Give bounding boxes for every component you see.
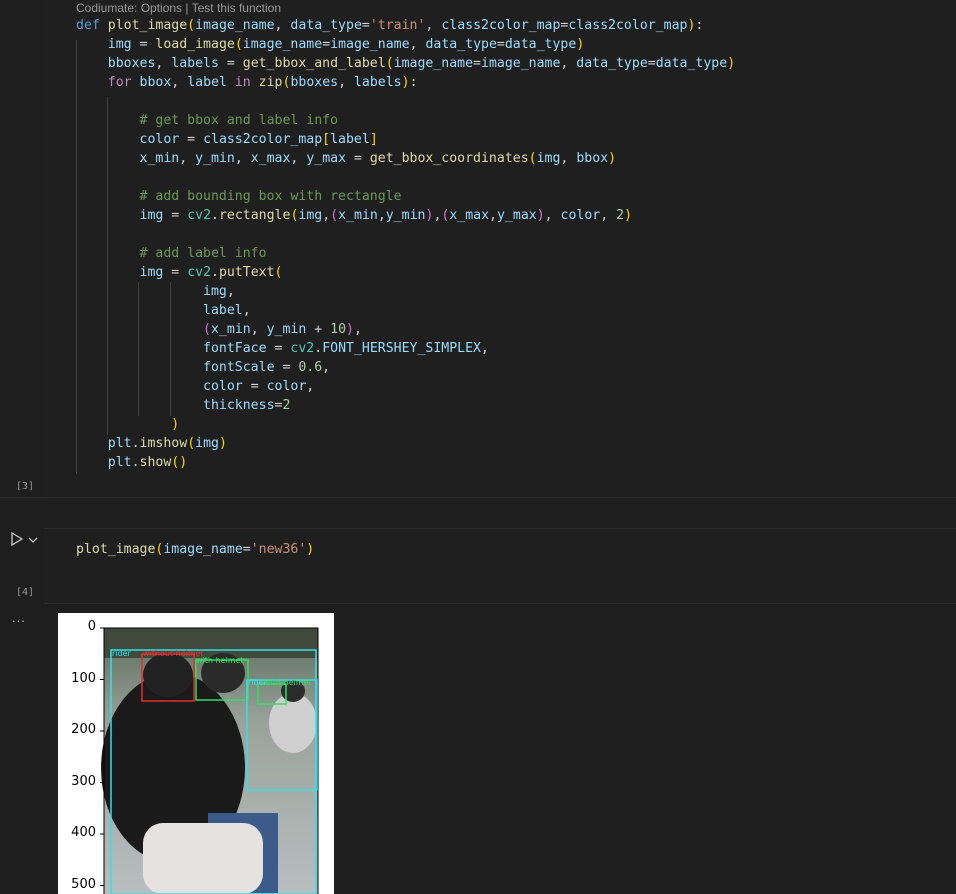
code-line[interactable]: bboxes, labels = get_bbox_and_label(imag…: [76, 54, 735, 73]
cell-divider: [0, 497, 956, 498]
code-line[interactable]: fontFace = cv2.FONT_HERSHEY_SIMPLEX,: [76, 339, 735, 358]
chevron-down-icon[interactable]: [28, 536, 38, 544]
rider-head: [143, 653, 193, 697]
code-line[interactable]: ): [76, 415, 735, 434]
code-line[interactable]: [76, 225, 735, 244]
code-line[interactable]: plt.show(): [76, 453, 735, 472]
bbox-label: without helmet: [143, 649, 204, 658]
code-line[interactable]: def plot_image(image_name, data_type='tr…: [76, 16, 735, 35]
code-line[interactable]: label,: [76, 301, 735, 320]
ellipsis-icon[interactable]: ...: [12, 610, 26, 625]
code-editor-cell-2[interactable]: plot_image(image_name='new36'): [76, 540, 314, 559]
trees-region: [104, 628, 318, 658]
code-line[interactable]: img,: [76, 282, 735, 301]
code-line[interactable]: [76, 92, 735, 111]
code-line[interactable]: img = cv2.putText(: [76, 263, 735, 282]
bbox-label: rider: [112, 649, 132, 658]
code-editor-cell-1[interactable]: def plot_image(image_name, data_type='tr…: [76, 16, 735, 472]
code-line[interactable]: # add bounding box with rectangle: [76, 187, 735, 206]
code-line[interactable]: color = color,: [76, 377, 735, 396]
code-line[interactable]: thickness=2: [76, 396, 735, 415]
code-line[interactable]: img = load_image(image_name=image_name, …: [76, 35, 735, 54]
code-line[interactable]: plot_image(image_name='new36'): [76, 540, 314, 559]
execution-count: [4]: [16, 587, 35, 598]
bbox-label: with helmet: [264, 678, 312, 687]
bbox-label: with helmet: [196, 656, 244, 665]
code-line[interactable]: (x_min, y_min + 10),: [76, 320, 735, 339]
code-line[interactable]: img = cv2.rectangle(img,(x_min,y_min),(x…: [76, 206, 735, 225]
code-line[interactable]: # get bbox and label info: [76, 111, 735, 130]
play-icon[interactable]: [10, 532, 24, 546]
code-line[interactable]: for bbox, label in zip(bboxes, labels):: [76, 73, 735, 92]
output-plot: 0 100 200 300 400 500 rider without helm…: [58, 613, 334, 894]
code-line[interactable]: # add label info: [76, 244, 735, 263]
code-line[interactable]: x_min, y_min, x_max, y_max = get_bbox_co…: [76, 149, 735, 168]
code-line[interactable]: [76, 168, 735, 187]
plot-figure: rider without helmet with helmet rider w…: [100, 627, 319, 894]
code-line[interactable]: color = class2color_map[label]: [76, 130, 735, 149]
execution-count: [3]: [16, 481, 35, 492]
code-line[interactable]: plt.imshow(img): [76, 434, 735, 453]
code-line[interactable]: fontScale = 0.6,: [76, 358, 735, 377]
scooter: [143, 823, 263, 894]
codelens-bar[interactable]: Codiumate: Options | Test this function: [76, 0, 281, 17]
